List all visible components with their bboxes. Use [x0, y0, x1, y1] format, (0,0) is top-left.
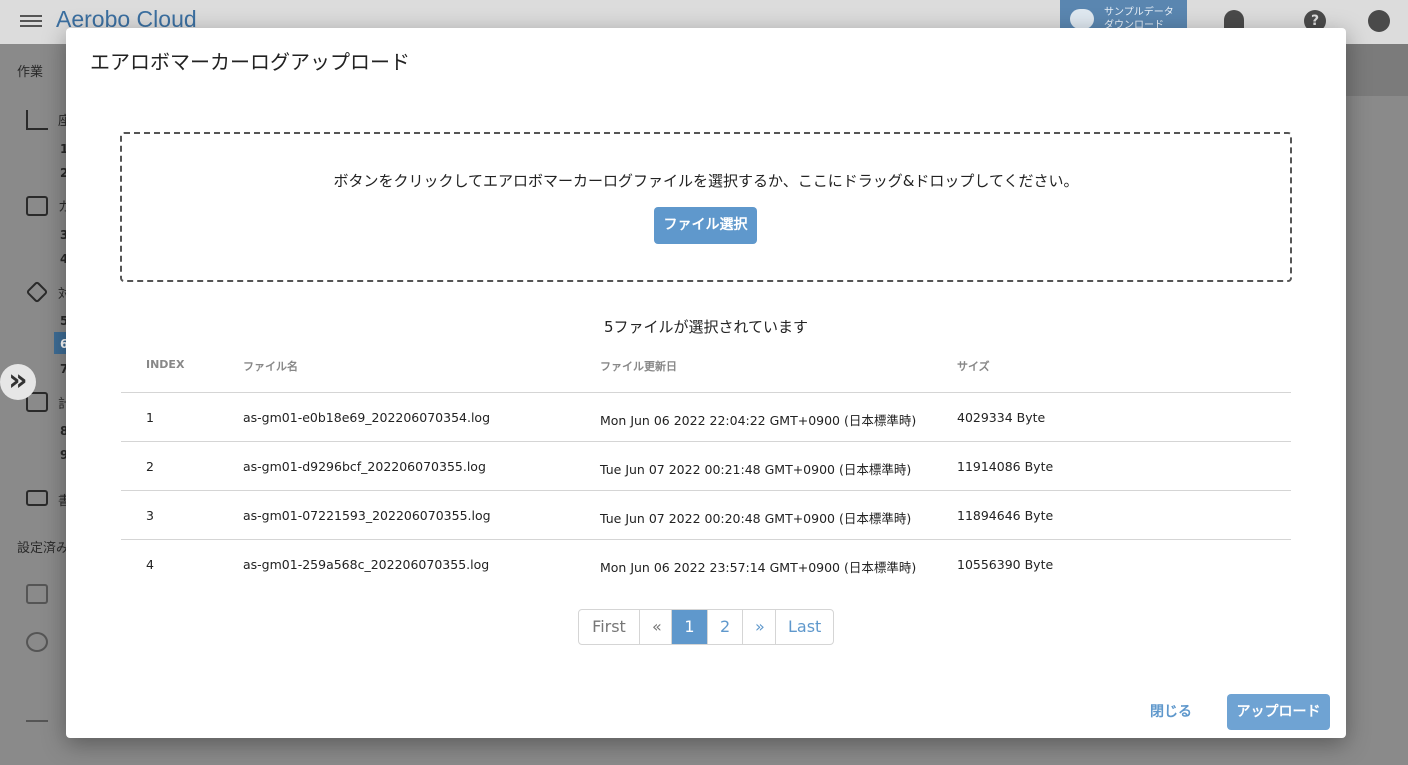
table-row: 1 as-gm01-e0b18e69_202206070354.log Mon … — [121, 393, 1291, 442]
expand-sidebar-icon[interactable]: » — [0, 364, 36, 400]
table-row: 2 as-gm01-d9296bcf_202206070355.log Tue … — [121, 442, 1291, 491]
cell-size: 11914086 Byte — [957, 459, 1054, 474]
cell-filename: as-gm01-d9296bcf_202206070355.log — [243, 459, 486, 474]
cell-index: 4 — [146, 557, 154, 572]
table-row: 3 as-gm01-07221593_202206070355.log Tue … — [121, 491, 1291, 540]
cell-filename: as-gm01-07221593_202206070355.log — [243, 508, 491, 523]
cell-modified: Mon Jun 06 2022 23:57:14 GMT+0900 (日本標準時… — [600, 560, 917, 575]
cell-size: 10556390 Byte — [957, 557, 1054, 572]
close-button[interactable]: 閉じる — [1141, 694, 1201, 730]
image-library-icon[interactable] — [26, 584, 48, 604]
cloud-download-icon — [1070, 9, 1094, 29]
upload-dialog: エアロボマーカーログアップロード ボタンをクリックしてエアロボマーカーログファイ… — [66, 28, 1346, 738]
column-header-size: サイズ — [957, 360, 990, 373]
select-file-button[interactable]: ファイル選択 — [654, 207, 757, 244]
pagination-page-2[interactable]: 2 — [707, 610, 742, 644]
cell-size: 4029334 Byte — [957, 410, 1046, 425]
cell-index: 2 — [146, 459, 154, 474]
cell-index: 1 — [146, 410, 154, 425]
table-header: INDEX ファイル名 ファイル更新日 サイズ — [121, 344, 1291, 393]
cell-modified: Tue Jun 07 2022 00:21:48 GMT+0900 (日本標準時… — [600, 462, 912, 477]
cell-modified: Mon Jun 06 2022 22:04:22 GMT+0900 (日本標準時… — [600, 413, 917, 428]
target-icon[interactable] — [26, 632, 48, 652]
column-header-modified: ファイル更新日 — [600, 360, 677, 373]
pagination: First « 1 2 » Last — [578, 609, 834, 645]
list-icon[interactable] — [26, 490, 48, 506]
pagination-prev[interactable]: « — [639, 610, 671, 644]
sidebar-section-configured: 設定済み — [17, 541, 70, 556]
menu-icon[interactable] — [20, 12, 42, 30]
pagination-last[interactable]: Last — [775, 610, 833, 644]
file-dropzone[interactable]: ボタンをクリックしてエアロボマーカーログファイルを選択するか、ここにドラッグ&ド… — [120, 132, 1292, 282]
cell-filename: as-gm01-259a568c_202206070355.log — [243, 557, 490, 572]
pagination-page-1[interactable]: 1 — [671, 610, 707, 644]
column-header-index: INDEX — [146, 358, 185, 371]
account-icon[interactable] — [1368, 10, 1390, 32]
dialog-title: エアロボマーカーログアップロード — [90, 50, 410, 74]
cell-size: 11894646 Byte — [957, 508, 1054, 523]
chart-icon[interactable] — [26, 110, 48, 130]
column-header-filename: ファイル名 — [243, 360, 298, 373]
camera-icon[interactable] — [26, 196, 48, 216]
dropzone-instruction: ボタンをクリックしてエアロボマーカーログファイルを選択するか、ここにドラッグ&ド… — [333, 172, 1079, 190]
cell-index: 3 — [146, 508, 154, 523]
pagination-first[interactable]: First — [579, 610, 639, 644]
cell-modified: Tue Jun 07 2022 00:20:48 GMT+0900 (日本標準時… — [600, 511, 912, 526]
table-row: 4 as-gm01-259a568c_202206070355.log Mon … — [121, 540, 1291, 589]
sidebar-section-work: 作業 — [17, 65, 44, 80]
selected-count: 5ファイルが選択されています — [603, 318, 809, 336]
sample-button-line1: サンプルデータ — [1104, 7, 1174, 18]
upload-button[interactable]: アップロード — [1227, 694, 1330, 730]
settings-edit-icon[interactable] — [26, 702, 48, 722]
cell-filename: as-gm01-e0b18e69_202206070354.log — [243, 410, 491, 425]
pagination-next[interactable]: » — [742, 610, 775, 644]
page-header-band — [1346, 44, 1408, 96]
file-table: INDEX ファイル名 ファイル更新日 サイズ 1 as-gm01-e0b18e… — [121, 344, 1291, 589]
